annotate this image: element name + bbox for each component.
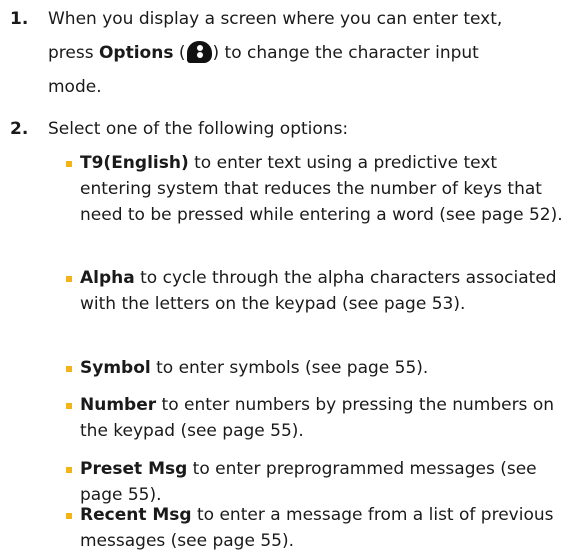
option-name: T9(English) [80, 153, 189, 173]
option-description: to enter symbols (see page 55). [150, 358, 429, 378]
list-item-alpha: Alpha to cycle through the alpha charact… [66, 265, 570, 317]
step-2-text: Select one of the following options: [48, 112, 568, 146]
bullet-icon [66, 467, 72, 473]
step-1-text: When you display a screen where you can … [48, 2, 568, 104]
bullet-icon [66, 513, 72, 519]
bullet-icon [66, 403, 72, 409]
step-1-line-1: When you display a screen where you can … [48, 9, 503, 29]
list-item-preset-msg: Preset Msg to enter preprogrammed messag… [66, 456, 570, 508]
option-name: Alpha [80, 268, 135, 288]
step-2-number: 2. [10, 119, 29, 139]
option-text: T9(English) to enter text using a predic… [80, 150, 570, 228]
step-1-line-2-prefix: press [48, 43, 99, 63]
option-description: to cycle through the alpha characters as… [80, 268, 557, 314]
menu-softkey-icon [186, 41, 212, 63]
list-item-recent-msg: Recent Msg to enter a message from a lis… [66, 502, 570, 554]
paren-open: ( [173, 43, 186, 63]
step-1-number: 1. [10, 9, 29, 29]
list-item-number: Number to enter numbers by pressing the … [66, 392, 570, 444]
step-1: 1. When you display a screen where you c… [0, 2, 580, 102]
option-text: Preset Msg to enter preprogrammed messag… [80, 456, 570, 508]
option-text: Recent Msg to enter a message from a lis… [80, 502, 570, 554]
manual-page: 1. When you display a screen where you c… [0, 0, 580, 560]
bullet-icon [66, 366, 72, 372]
step-2-instruction: Select one of the following options: [48, 119, 349, 139]
option-name: Recent Msg [80, 505, 192, 525]
option-text: Symbol to enter symbols (see page 55). [80, 355, 570, 381]
step-1-line-2-suffix: to change the character input [219, 43, 479, 63]
list-item-t9-english: T9(English) to enter text using a predic… [66, 150, 570, 228]
list-item-symbol: Symbol to enter symbols (see page 55). [66, 355, 570, 381]
bullet-icon [66, 161, 72, 167]
step-1-line-3: mode. [48, 77, 102, 97]
option-name: Number [80, 395, 157, 415]
option-name: Preset Msg [80, 459, 188, 479]
option-text: Number to enter numbers by pressing the … [80, 392, 570, 444]
bullet-icon [66, 276, 72, 282]
option-name: Symbol [80, 358, 151, 378]
step-2: 2. Select one of the following options: [0, 112, 580, 152]
option-text: Alpha to cycle through the alpha charact… [80, 265, 570, 317]
options-key-label: Options [98, 43, 174, 63]
